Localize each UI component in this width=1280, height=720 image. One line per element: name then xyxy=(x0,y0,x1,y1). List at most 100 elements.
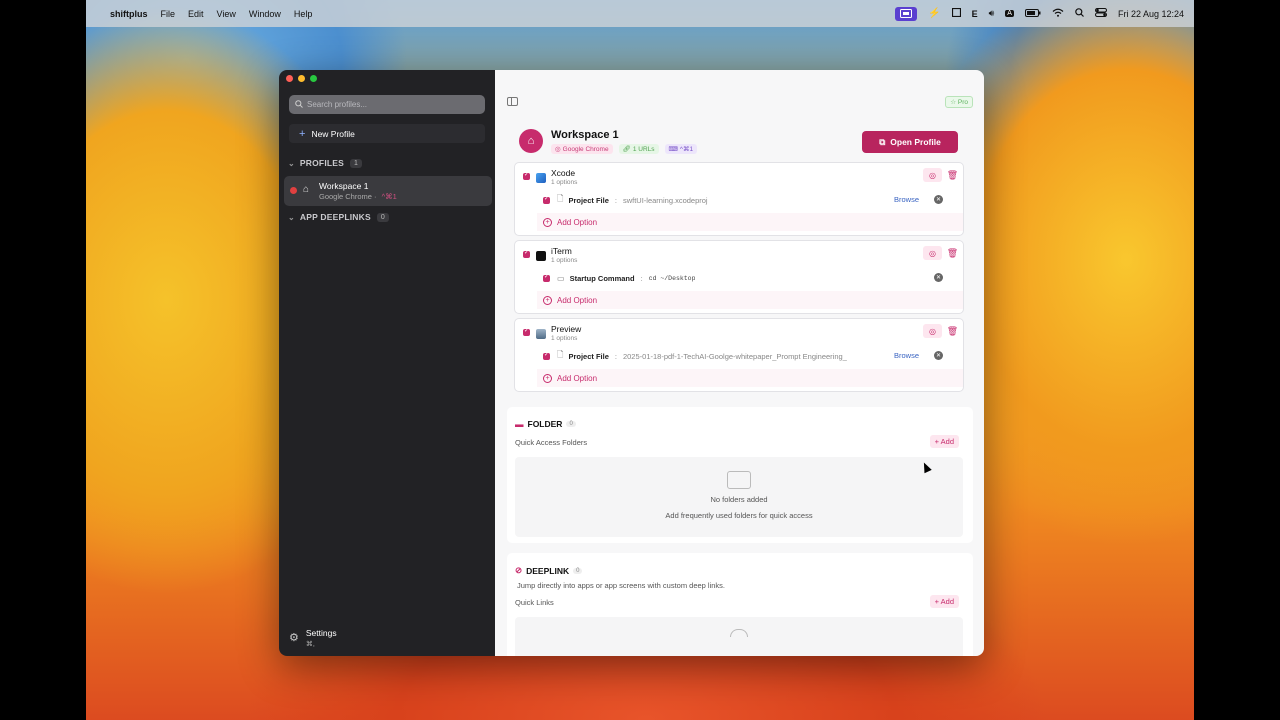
profile-name: Workspace 1 xyxy=(319,181,369,191)
e-icon[interactable]: E xyxy=(972,9,978,19)
profiles-section-header[interactable]: ⌄ PROFILES 1 xyxy=(288,158,363,168)
option-label: Project File xyxy=(568,351,609,361)
search-icon[interactable] xyxy=(1075,8,1084,19)
browse-button[interactable]: Browse xyxy=(894,351,919,360)
search-box[interactable] xyxy=(289,95,485,114)
pro-badge[interactable]: ☆ Pro xyxy=(945,96,973,108)
profiles-section-label: PROFILES xyxy=(299,158,345,168)
home-icon: ⌂ xyxy=(303,184,310,195)
target-button[interactable]: ◎ xyxy=(923,246,942,260)
volume-icon[interactable]: 🔊︎ xyxy=(989,8,995,19)
deeplink-empty-state xyxy=(515,617,963,656)
profile-chips: ◎ Google Chrome 🔗︎ 1 URLs ⌨ ^⌘1 xyxy=(551,144,698,154)
browse-button[interactable]: Browse xyxy=(894,195,919,204)
chevron-down-icon: ⌄ xyxy=(288,212,295,222)
file-icon: 🗋 xyxy=(557,194,564,203)
menu-window[interactable]: Window xyxy=(249,9,281,19)
app-name: Xcode xyxy=(551,168,576,178)
remove-option-icon[interactable]: ✕ xyxy=(934,195,943,204)
option-checkbox[interactable] xyxy=(543,273,550,282)
app-name: iTerm xyxy=(551,246,572,256)
option-value[interactable]: cd ~/Desktop xyxy=(649,275,696,282)
app-options-count: 1 options xyxy=(551,179,578,186)
trash-icon[interactable]: 🗑︎ xyxy=(947,324,958,338)
app-checkbox[interactable] xyxy=(523,171,530,180)
option-row: ▭ Startup Command : cd ~/Desktop ✕ xyxy=(543,271,955,285)
clock[interactable]: Fri 22 Aug 12:24 xyxy=(1118,9,1184,19)
battery-icon[interactable] xyxy=(1024,8,1041,19)
option-value[interactable]: swftUI-learning.xcodeproj xyxy=(623,196,708,205)
terminal-icon: ▭ xyxy=(557,273,565,283)
deeplink-section: ⊘ DEEPLINK 0 Jump directly into apps or … xyxy=(507,553,973,656)
add-option-button[interactable]: + Add Option xyxy=(537,213,963,231)
menu-help[interactable]: Help xyxy=(294,9,313,19)
empty-subtitle: Add frequently used folders for quick ac… xyxy=(665,511,813,520)
settings-button[interactable]: ⚙ Settings ⌘, xyxy=(289,628,337,648)
app-window: + New Profile ⌄ PROFILES 1 ⌂ Workspace 1… xyxy=(279,70,984,656)
option-separator: : xyxy=(640,273,643,283)
wifi-icon[interactable] xyxy=(1052,8,1064,19)
trash-icon[interactable]: 🗑︎ xyxy=(947,168,958,182)
control-center-icon[interactable] xyxy=(1094,8,1107,19)
app-checkbox[interactable] xyxy=(523,327,530,336)
plus-circle-icon: + xyxy=(543,217,552,227)
file-icon: 🗋 xyxy=(557,350,564,359)
new-profile-label: New Profile xyxy=(311,128,355,139)
target-button[interactable]: ◎ xyxy=(923,168,942,182)
folder-title: FOLDER xyxy=(527,419,563,429)
app-options-count: 1 options xyxy=(551,335,578,342)
menu-file[interactable]: File xyxy=(161,9,176,19)
option-value[interactable]: 2025-01-18-pdf-1-TechAI-Goolge-whitepape… xyxy=(623,352,847,361)
add-option-button[interactable]: + Add Option xyxy=(537,369,963,387)
screen-icon[interactable] xyxy=(895,6,918,21)
option-checkbox[interactable] xyxy=(543,351,550,360)
trash-icon[interactable]: 🗑︎ xyxy=(947,246,958,260)
app-card-preview: Preview 1 options ◎ 🗑︎ 🗋 Project File : … xyxy=(514,318,964,392)
app-actions: ◎ 🗑︎ xyxy=(923,246,958,260)
home-icon: ⌂ xyxy=(519,129,543,153)
deeplink-subtitle: Quick Links xyxy=(515,598,554,607)
input-source-icon[interactable]: A xyxy=(1005,10,1014,17)
menu-app-name[interactable]: shiftplus xyxy=(110,9,148,19)
app-checkbox[interactable] xyxy=(523,249,530,258)
sidebar-item-workspace-1[interactable]: ⌂ Workspace 1 Google Chrome · ^⌘1 xyxy=(284,176,492,206)
close-window-button[interactable] xyxy=(286,75,293,82)
option-label: Startup Command xyxy=(569,273,635,283)
option-separator: : xyxy=(614,351,617,361)
browser-chip-label: Google Chrome xyxy=(562,145,609,153)
open-profile-label: Open Profile xyxy=(890,137,941,147)
remove-option-icon[interactable]: ✕ xyxy=(934,351,943,360)
add-deeplink-button[interactable]: + Add xyxy=(929,595,959,608)
profile-header: ⌂ Workspace 1 ◎ Google Chrome 🔗︎ 1 URLs ⌨ ^… xyxy=(515,125,967,160)
menu-view[interactable]: View xyxy=(217,9,236,19)
search-icon xyxy=(295,99,303,110)
option-row: 🗋 Project File : 2025-01-18-pdf-1-TechAI… xyxy=(543,349,955,363)
target-button[interactable]: ◎ xyxy=(923,324,942,338)
search-input[interactable] xyxy=(307,100,467,109)
add-option-label: Add Option xyxy=(557,217,598,227)
zoom-window-button[interactable] xyxy=(310,75,317,82)
folder-count-badge: 0 xyxy=(566,421,576,427)
option-separator: : xyxy=(614,195,617,205)
open-profile-button[interactable]: ⧉ Open Profile xyxy=(862,131,958,153)
minimize-window-button[interactable] xyxy=(298,75,305,82)
profile-shortcut: ^⌘1 xyxy=(381,192,397,201)
add-option-button[interactable]: + Add Option xyxy=(537,291,963,309)
remove-option-icon[interactable]: ✕ xyxy=(934,273,943,282)
app-card-xcode: Xcode 1 options ◎ 🗑︎ 🗋 Project File : sw… xyxy=(514,162,964,236)
sidebar-toggle-icon[interactable] xyxy=(507,97,518,106)
app-card-iterm: iTerm 1 options ◎ 🗑︎ ▭ Startup Command :… xyxy=(514,240,964,314)
add-folder-button[interactable]: + Add xyxy=(929,435,959,448)
deeplinks-section-header[interactable]: ⌄ APP DEEPLINKS 0 xyxy=(288,212,389,222)
square-icon[interactable] xyxy=(951,7,961,19)
option-checkbox[interactable] xyxy=(543,195,550,204)
new-profile-button[interactable]: + New Profile xyxy=(289,124,485,143)
shortcut-chip-label: ^⌘1 xyxy=(679,146,694,153)
link-icon: 🔗︎ xyxy=(622,146,631,153)
compass-icon: ⊘ xyxy=(515,565,523,575)
plus-circle-icon: + xyxy=(543,295,552,305)
bolt-icon[interactable]: ⚡ xyxy=(928,8,940,19)
menu-edit[interactable]: Edit xyxy=(188,9,204,19)
urls-chip-label: 1 URLs xyxy=(632,145,655,153)
settings-shortcut: ⌘, xyxy=(305,641,315,648)
